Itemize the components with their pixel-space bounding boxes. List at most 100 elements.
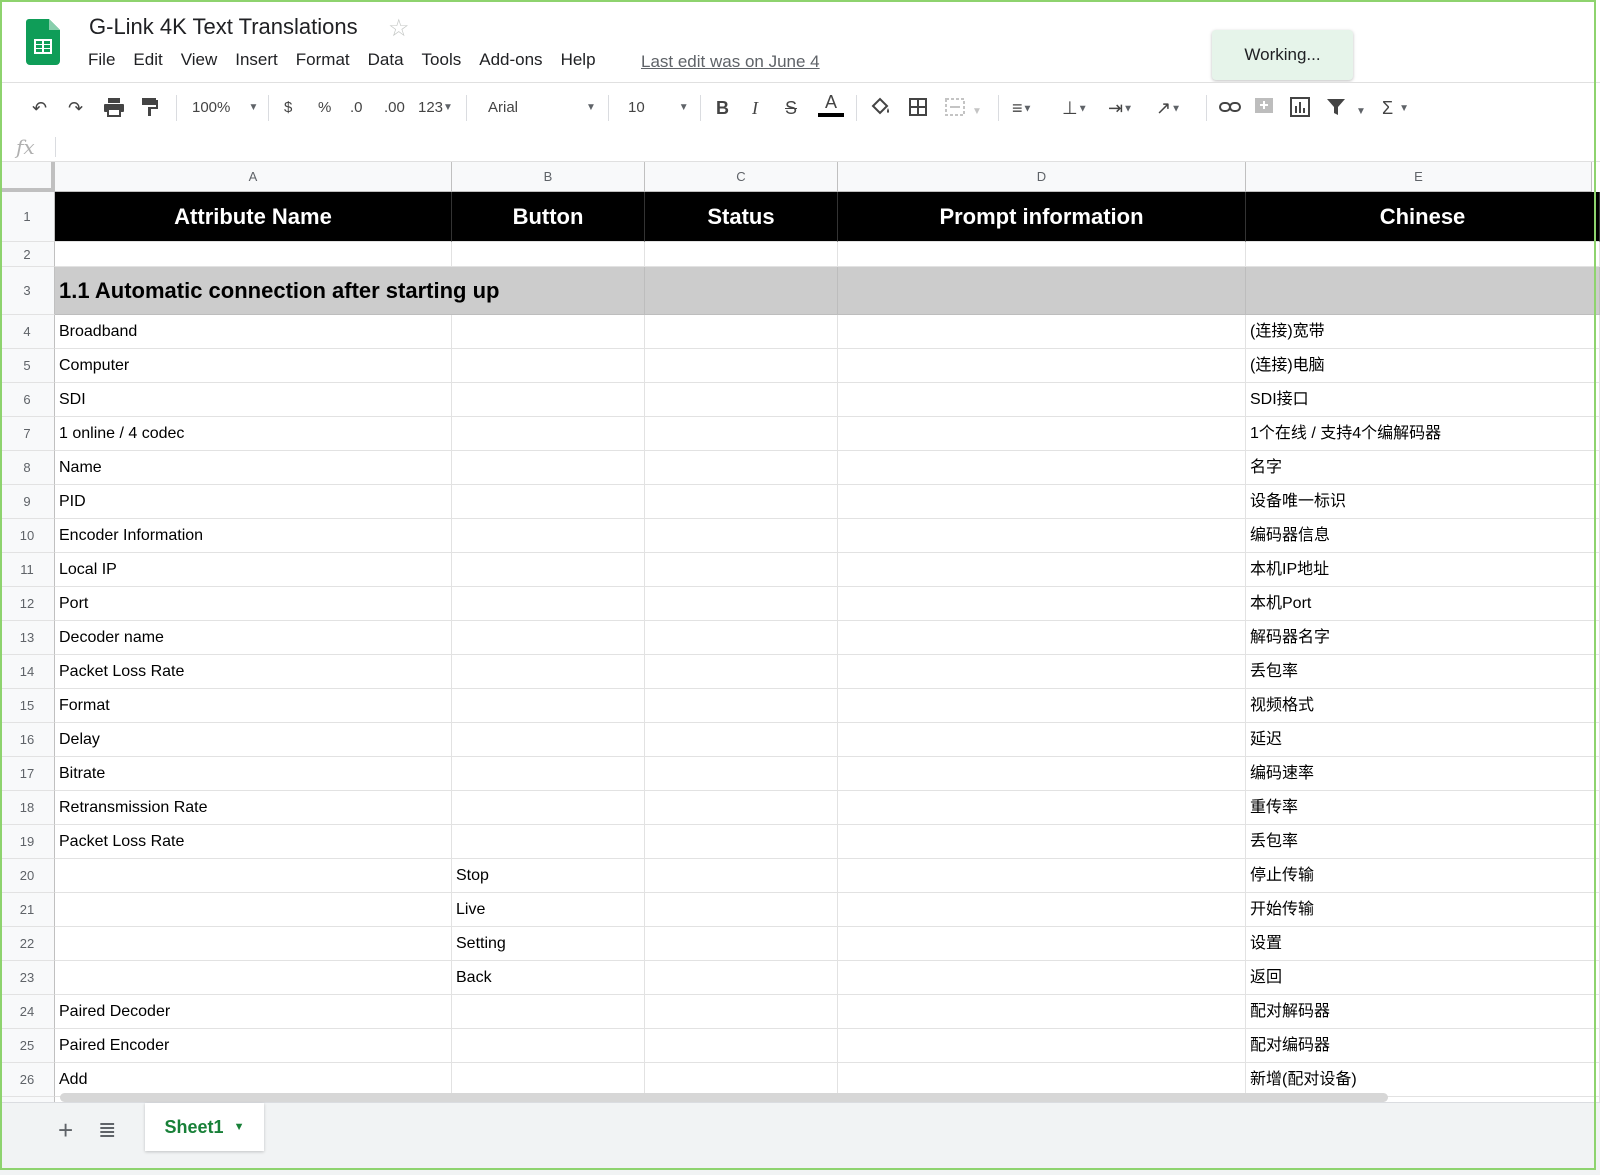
row-header[interactable]: 7: [0, 417, 55, 451]
chevron-down-icon[interactable]: ▼: [234, 1121, 245, 1133]
table-cell-d[interactable]: [838, 961, 1246, 995]
column-header-c[interactable]: C: [645, 162, 838, 192]
insert-chart-icon[interactable]: [1290, 97, 1310, 122]
header-cell-prompt-information[interactable]: Prompt information: [838, 192, 1246, 242]
row-header[interactable]: 11: [0, 553, 55, 587]
table-cell-b[interactable]: [452, 315, 645, 349]
table-cell-e[interactable]: 视频格式: [1246, 689, 1600, 723]
table-cell-e[interactable]: (连接)电脑: [1246, 349, 1600, 383]
strikethrough-button[interactable]: S: [785, 97, 797, 119]
table-cell-a[interactable]: Paired Decoder: [55, 995, 452, 1029]
table-cell-d[interactable]: [838, 1029, 1246, 1063]
table-cell-e[interactable]: 编码器信息: [1246, 519, 1600, 553]
row-header[interactable]: 4: [0, 315, 55, 349]
row-header[interactable]: 15: [0, 689, 55, 723]
table-cell-d[interactable]: [838, 621, 1246, 655]
table-cell-c[interactable]: [645, 417, 838, 451]
menu-file[interactable]: File: [88, 50, 115, 70]
table-cell-a[interactable]: Local IP: [55, 553, 452, 587]
menu-addons[interactable]: Add-ons: [479, 50, 542, 70]
table-cell-c[interactable]: [645, 519, 838, 553]
table-cell-a[interactable]: Format: [55, 689, 452, 723]
column-header-e[interactable]: E: [1246, 162, 1592, 192]
all-sheets-icon[interactable]: ≣: [98, 1117, 116, 1143]
zoom-select[interactable]: 100% ▼: [192, 97, 258, 119]
fill-color-icon[interactable]: [870, 97, 892, 122]
row-header[interactable]: 23: [0, 961, 55, 995]
menu-tools[interactable]: Tools: [422, 50, 462, 70]
table-cell-a[interactable]: [55, 961, 452, 995]
table-cell-e[interactable]: 返回: [1246, 961, 1600, 995]
horizontal-align-icon[interactable]: ≡▼: [1012, 97, 1032, 120]
table-cell-b[interactable]: [452, 485, 645, 519]
text-wrapping-icon[interactable]: ⇥▼: [1108, 97, 1133, 120]
table-cell-c[interactable]: [645, 723, 838, 757]
table-cell-d[interactable]: [838, 451, 1246, 485]
table-cell-b[interactable]: [452, 757, 645, 791]
table-cell-b[interactable]: [452, 587, 645, 621]
table-cell-a[interactable]: PID: [55, 485, 452, 519]
menu-insert[interactable]: Insert: [235, 50, 278, 70]
text-rotation-icon[interactable]: ↗▼: [1156, 97, 1181, 120]
menu-edit[interactable]: Edit: [133, 50, 162, 70]
table-cell-d[interactable]: [838, 791, 1246, 825]
menu-data[interactable]: Data: [368, 50, 404, 70]
row-header[interactable]: 26: [0, 1063, 55, 1097]
row-header[interactable]: 12: [0, 587, 55, 621]
horizontal-scrollbar[interactable]: [60, 1093, 1388, 1102]
table-cell-e[interactable]: 重传率: [1246, 791, 1600, 825]
table-cell-e[interactable]: 延迟: [1246, 723, 1600, 757]
percent-format-button[interactable]: %: [318, 97, 331, 119]
increase-decimals-button[interactable]: .00: [384, 97, 405, 119]
table-cell-b[interactable]: [452, 825, 645, 859]
table-cell-c[interactable]: [645, 553, 838, 587]
table-cell-a[interactable]: Delay: [55, 723, 452, 757]
functions-icon[interactable]: Σ ▼: [1382, 97, 1409, 120]
table-cell-e[interactable]: 停止传输: [1246, 859, 1600, 893]
table-cell-b[interactable]: Back: [452, 961, 645, 995]
table-cell-c[interactable]: [645, 1029, 838, 1063]
table-cell-d[interactable]: [838, 825, 1246, 859]
row-header[interactable]: 22: [0, 927, 55, 961]
last-edit-link[interactable]: Last edit was on June 4: [641, 52, 820, 72]
table-cell-c[interactable]: [645, 485, 838, 519]
menu-help[interactable]: Help: [561, 50, 596, 70]
table-cell-c[interactable]: [645, 893, 838, 927]
table-cell-e[interactable]: 丢包率: [1246, 655, 1600, 689]
table-cell-c[interactable]: [645, 927, 838, 961]
menu-view[interactable]: View: [181, 50, 218, 70]
decrease-decimals-button[interactable]: .0: [350, 97, 363, 119]
row-header[interactable]: 19: [0, 825, 55, 859]
table-cell-d[interactable]: [838, 519, 1246, 553]
table-cell-b[interactable]: [452, 655, 645, 689]
table-cell-e[interactable]: 编码速率: [1246, 757, 1600, 791]
table-cell-a[interactable]: 1 online / 4 codec: [55, 417, 452, 451]
add-sheet-icon[interactable]: +: [58, 1115, 73, 1146]
row-header[interactable]: 16: [0, 723, 55, 757]
table-cell-a[interactable]: Paired Encoder: [55, 1029, 452, 1063]
table-cell-a[interactable]: Encoder Information: [55, 519, 452, 553]
cell[interactable]: [645, 242, 838, 267]
redo-icon[interactable]: ↷: [68, 97, 83, 119]
table-cell-e[interactable]: 开始传输: [1246, 893, 1600, 927]
table-cell-d[interactable]: [838, 757, 1246, 791]
table-cell-b[interactable]: [452, 995, 645, 1029]
text-color-button[interactable]: A: [818, 91, 844, 117]
font-size-select[interactable]: 10 ▼: [628, 97, 689, 119]
column-header-a[interactable]: A: [55, 162, 452, 192]
table-cell-e[interactable]: 本机Port: [1246, 587, 1600, 621]
row-header[interactable]: 9: [0, 485, 55, 519]
table-cell-e[interactable]: 设备唯一标识: [1246, 485, 1600, 519]
table-cell-e[interactable]: 新增(配对设备): [1246, 1063, 1600, 1097]
table-cell-c[interactable]: [645, 655, 838, 689]
table-cell-b[interactable]: [452, 383, 645, 417]
table-cell-c[interactable]: [645, 689, 838, 723]
table-cell-b[interactable]: [452, 689, 645, 723]
cell[interactable]: [1246, 242, 1600, 267]
table-cell-c[interactable]: [645, 451, 838, 485]
table-cell-e[interactable]: 1个在线 / 支持4个编解码器: [1246, 417, 1600, 451]
undo-icon[interactable]: ↶: [32, 97, 47, 119]
filter-icon[interactable]: ▼: [1326, 97, 1366, 123]
font-family-select[interactable]: Arial ▼: [488, 97, 596, 119]
table-cell-d[interactable]: [838, 723, 1246, 757]
